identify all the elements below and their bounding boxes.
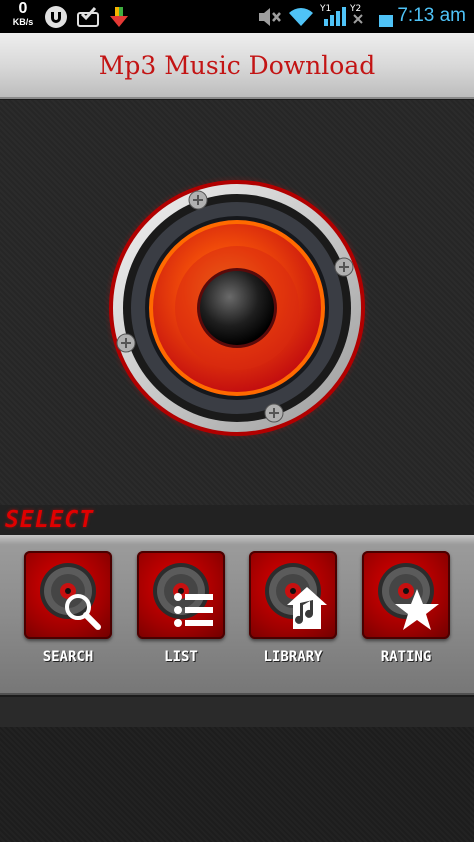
network-speed-unit: KB/s (12, 17, 34, 27)
svg-text:Y2: Y2 (350, 4, 361, 14)
battery-icon (378, 10, 394, 32)
rating-label: RATING (380, 649, 432, 665)
search-label: SEARCH (42, 649, 94, 665)
list-label: LIST (164, 649, 198, 665)
select-label: SELECT (5, 507, 95, 533)
utorrent-icon (44, 5, 68, 33)
select-strip: SELECT (0, 505, 474, 535)
app-header: Mp3 Music Download (0, 33, 474, 99)
app-title: Mp3 Music Download (98, 51, 376, 80)
download-arrow-icon (107, 5, 131, 33)
bottom-area (0, 727, 474, 842)
status-bar: 0 KB/s Y1 Y2 7:13 am (0, 0, 474, 33)
library-button[interactable] (249, 551, 337, 639)
svg-text:Y1: Y1 (320, 4, 331, 14)
bottom-strip (0, 697, 474, 727)
main-area (0, 100, 474, 505)
speaker-icon (104, 175, 370, 441)
library-label: LIBRARY (263, 649, 323, 665)
list-button[interactable] (137, 551, 225, 639)
mute-icon (257, 6, 283, 32)
inbox-check-icon (76, 5, 100, 33)
button-panel: SEARCH LIST LIBRARY RATING (0, 535, 474, 695)
network-speed: 0 KB/s (9, 1, 37, 27)
clock: 7:13 am (397, 5, 466, 26)
search-button[interactable] (24, 551, 112, 639)
signal-icon: Y1 (319, 3, 350, 31)
wifi-icon (287, 4, 315, 32)
network-speed-value: 0 (18, 0, 28, 17)
rating-button[interactable] (362, 551, 450, 639)
signal-x-icon: Y2 (349, 3, 370, 31)
